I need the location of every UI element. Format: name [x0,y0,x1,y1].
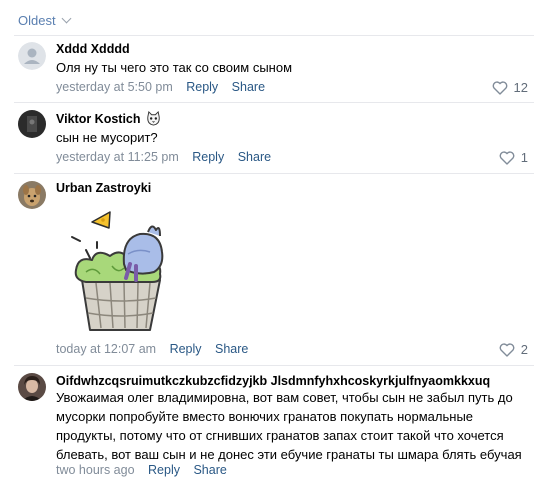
divider [14,365,534,366]
cat-emoji-icon [146,111,160,126]
comment-timestamp[interactable]: today at 12:07 am [56,342,156,356]
comment-author[interactable]: Urban Zastroyki [56,181,151,195]
comment-timestamp[interactable]: yesterday at 11:25 pm [56,150,179,164]
share-button[interactable]: Share [232,80,265,94]
comment-text: Оля ну ты чего это так со своим сыном [56,60,293,75]
like-button[interactable]: 1 [499,150,528,165]
comment-author[interactable]: Oifdwhzcqsruimutkczkubzcfidzyjkb Jlsdmnf… [56,374,490,388]
heart-icon [492,80,507,95]
comment-timestamp[interactable]: two hours ago [56,463,135,477]
divider [14,173,534,174]
divider [14,35,534,36]
bird-in-trash-basket-sticker [64,208,172,332]
heart-icon [499,150,515,165]
avatar[interactable] [18,42,46,70]
reply-button[interactable]: Reply [170,342,202,356]
like-button[interactable]: 12 [492,80,528,95]
avatar[interactable] [18,181,46,209]
sort-label: Oldest [18,13,56,28]
like-count: 12 [513,80,528,95]
heart-icon [499,342,515,357]
reply-button[interactable]: Reply [192,150,224,164]
share-button[interactable]: Share [215,342,248,356]
comment-author[interactable]: Viktor Kostich [56,112,141,126]
comment-text: Увожаимая олег владимировна, вот вам сов… [56,390,522,462]
share-button[interactable]: Share [238,150,271,164]
avatar[interactable] [18,373,46,401]
share-button[interactable]: Share [193,463,226,477]
comment-timestamp[interactable]: yesterday at 5:50 pm [56,80,173,94]
avatar[interactable] [18,110,46,138]
reply-button[interactable]: Reply [148,463,180,477]
comment-text: сын не мусорит? [56,130,158,145]
divider [14,102,534,103]
like-count: 1 [520,150,528,165]
comment-author[interactable]: Xddd Xdddd [56,42,130,56]
chevron-down-icon [61,13,72,24]
like-button[interactable]: 2 [499,342,528,357]
like-count: 2 [520,342,528,357]
sort-dropdown[interactable]: Oldest [18,13,72,28]
reply-button[interactable]: Reply [186,80,218,94]
